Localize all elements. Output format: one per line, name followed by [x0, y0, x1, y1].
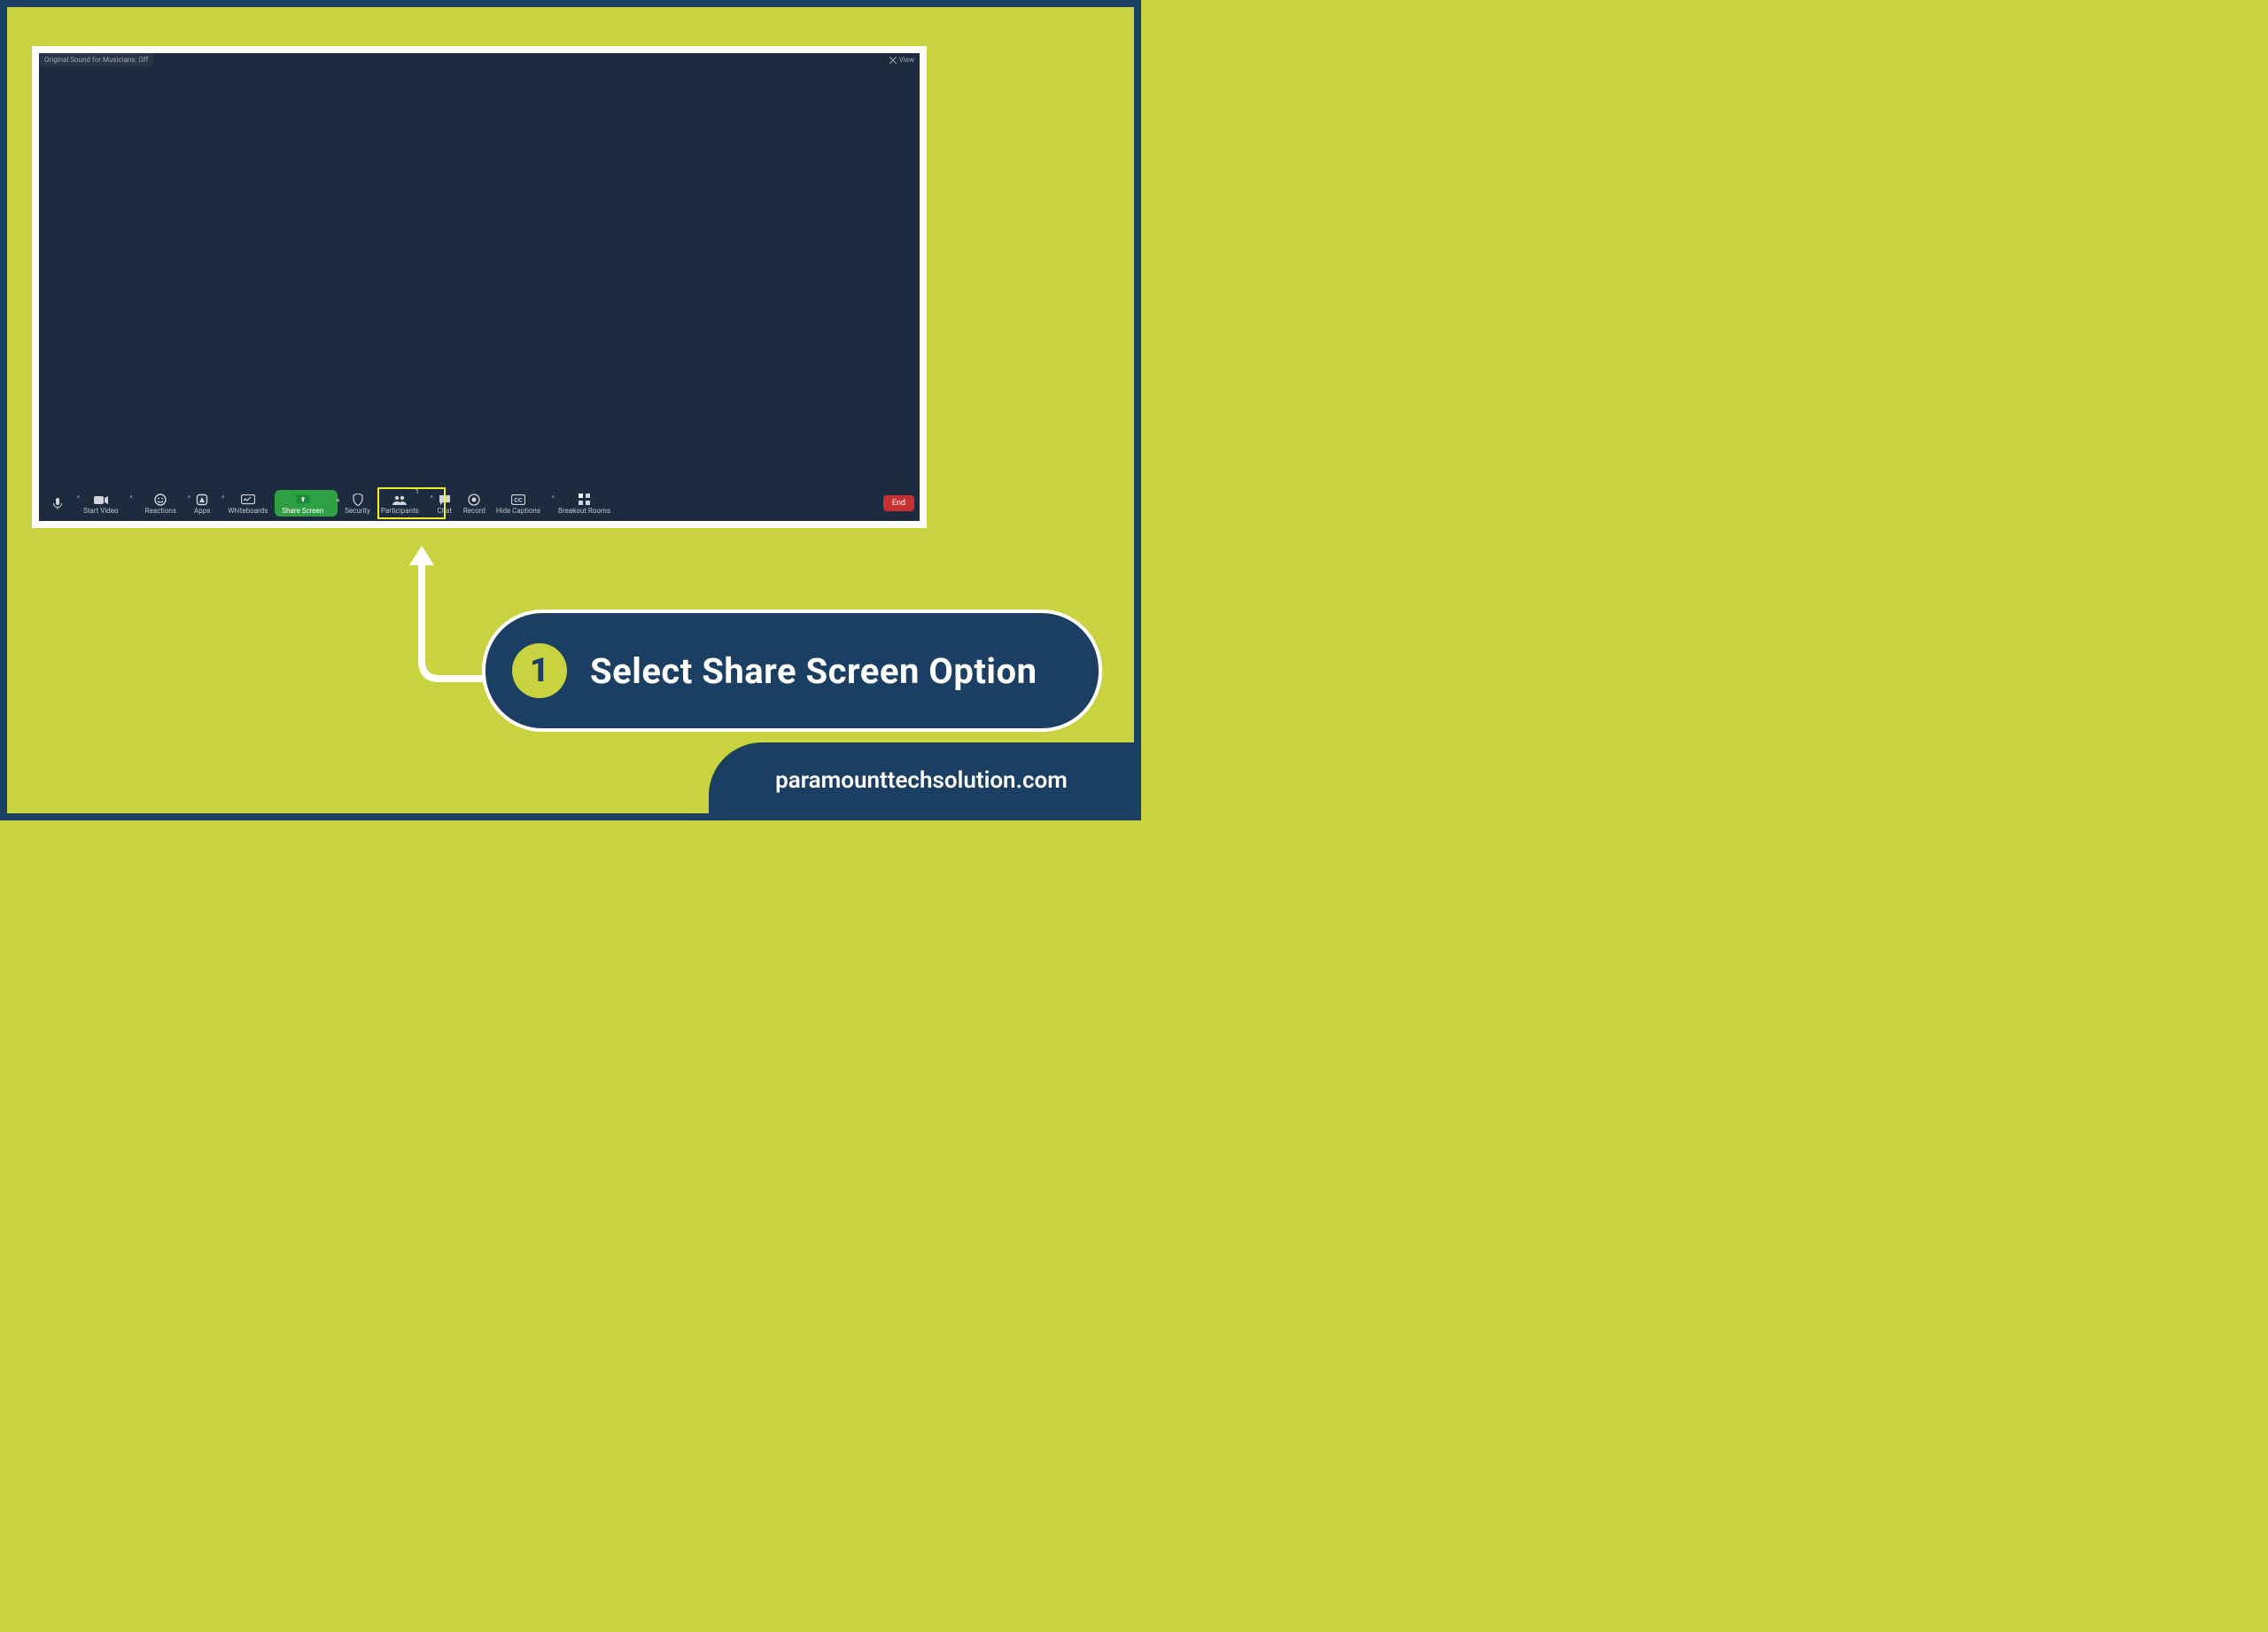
camera-icon — [93, 493, 109, 506]
record-button[interactable]: Record — [458, 486, 491, 520]
breakout-rooms-button[interactable]: Breakout Rooms — [553, 486, 616, 520]
original-sound-label: Original Sound for Musicians: Off — [44, 56, 148, 64]
breakout-rooms-label: Breakout Rooms — [558, 508, 610, 515]
share-screen-button[interactable]: ^ Share Screen — [275, 490, 338, 517]
shield-icon — [350, 493, 366, 506]
reactions-button[interactable]: ^ Reactions — [140, 486, 189, 520]
chat-icon — [437, 493, 453, 506]
original-sound-toggle[interactable]: Original Sound for Musicians: Off — [39, 53, 153, 66]
security-button[interactable]: Security — [339, 486, 376, 520]
apps-button[interactable]: ^ Apps — [189, 486, 222, 520]
view-label: View — [899, 56, 914, 64]
record-icon — [466, 493, 482, 506]
chat-button[interactable]: Chat — [431, 486, 458, 520]
end-label: End — [892, 499, 905, 508]
meeting-toolbar: ^ ^ Start Video ^ Reactions — [39, 486, 920, 521]
captions-icon: CC — [510, 493, 526, 506]
mute-button[interactable]: ^ — [44, 486, 78, 520]
apps-label: Apps — [194, 508, 210, 515]
instruction-callout: 1 Select Share Screen Option — [482, 610, 1102, 732]
start-video-button[interactable]: ^ Start Video — [78, 486, 131, 520]
participants-label: Participants — [381, 508, 419, 515]
reactions-label: Reactions — [145, 508, 176, 515]
hide-captions-label: Hide Captions — [496, 508, 540, 515]
whiteboards-button[interactable]: Whiteboards — [222, 486, 273, 520]
record-label: Record — [463, 508, 485, 515]
share-screen-icon — [295, 493, 311, 506]
step-number: 1 — [530, 651, 549, 690]
step-number-badge: 1 — [512, 643, 567, 698]
apps-icon — [194, 493, 210, 506]
participants-button[interactable]: ^ 1 Participants — [376, 486, 431, 520]
security-label: Security — [345, 508, 370, 515]
start-video-label: Start Video — [83, 508, 119, 515]
callout-arrow — [404, 546, 493, 688]
watermark-text: paramounttechsolution.com — [775, 767, 1068, 794]
end-meeting-button[interactable]: End — [883, 495, 914, 511]
hide-captions-button[interactable]: ^ CC Hide Captions — [491, 486, 553, 520]
watermark-badge: paramounttechsolution.com — [709, 742, 1134, 813]
whiteboards-label: Whiteboards — [228, 508, 268, 515]
smile-icon — [152, 493, 168, 506]
share-screen-label: Share Screen — [282, 508, 323, 515]
whiteboard-icon — [240, 493, 256, 506]
instruction-text: Select Share Screen Option — [590, 650, 1037, 692]
microphone-icon — [50, 497, 66, 509]
view-icon — [889, 57, 897, 64]
chevron-up-icon[interactable]: ^ — [129, 494, 132, 502]
grid-icon — [577, 493, 593, 506]
chat-label: Chat — [438, 508, 453, 515]
view-menu[interactable]: View — [884, 53, 920, 66]
zoom-meeting-window: Original Sound for Musicians: Off View ^… — [39, 53, 920, 521]
svg-text:CC: CC — [514, 498, 523, 504]
people-icon — [392, 493, 408, 506]
participants-count: 1 — [416, 488, 419, 495]
zoom-screenshot-frame: Original Sound for Musicians: Off View ^… — [32, 46, 927, 528]
